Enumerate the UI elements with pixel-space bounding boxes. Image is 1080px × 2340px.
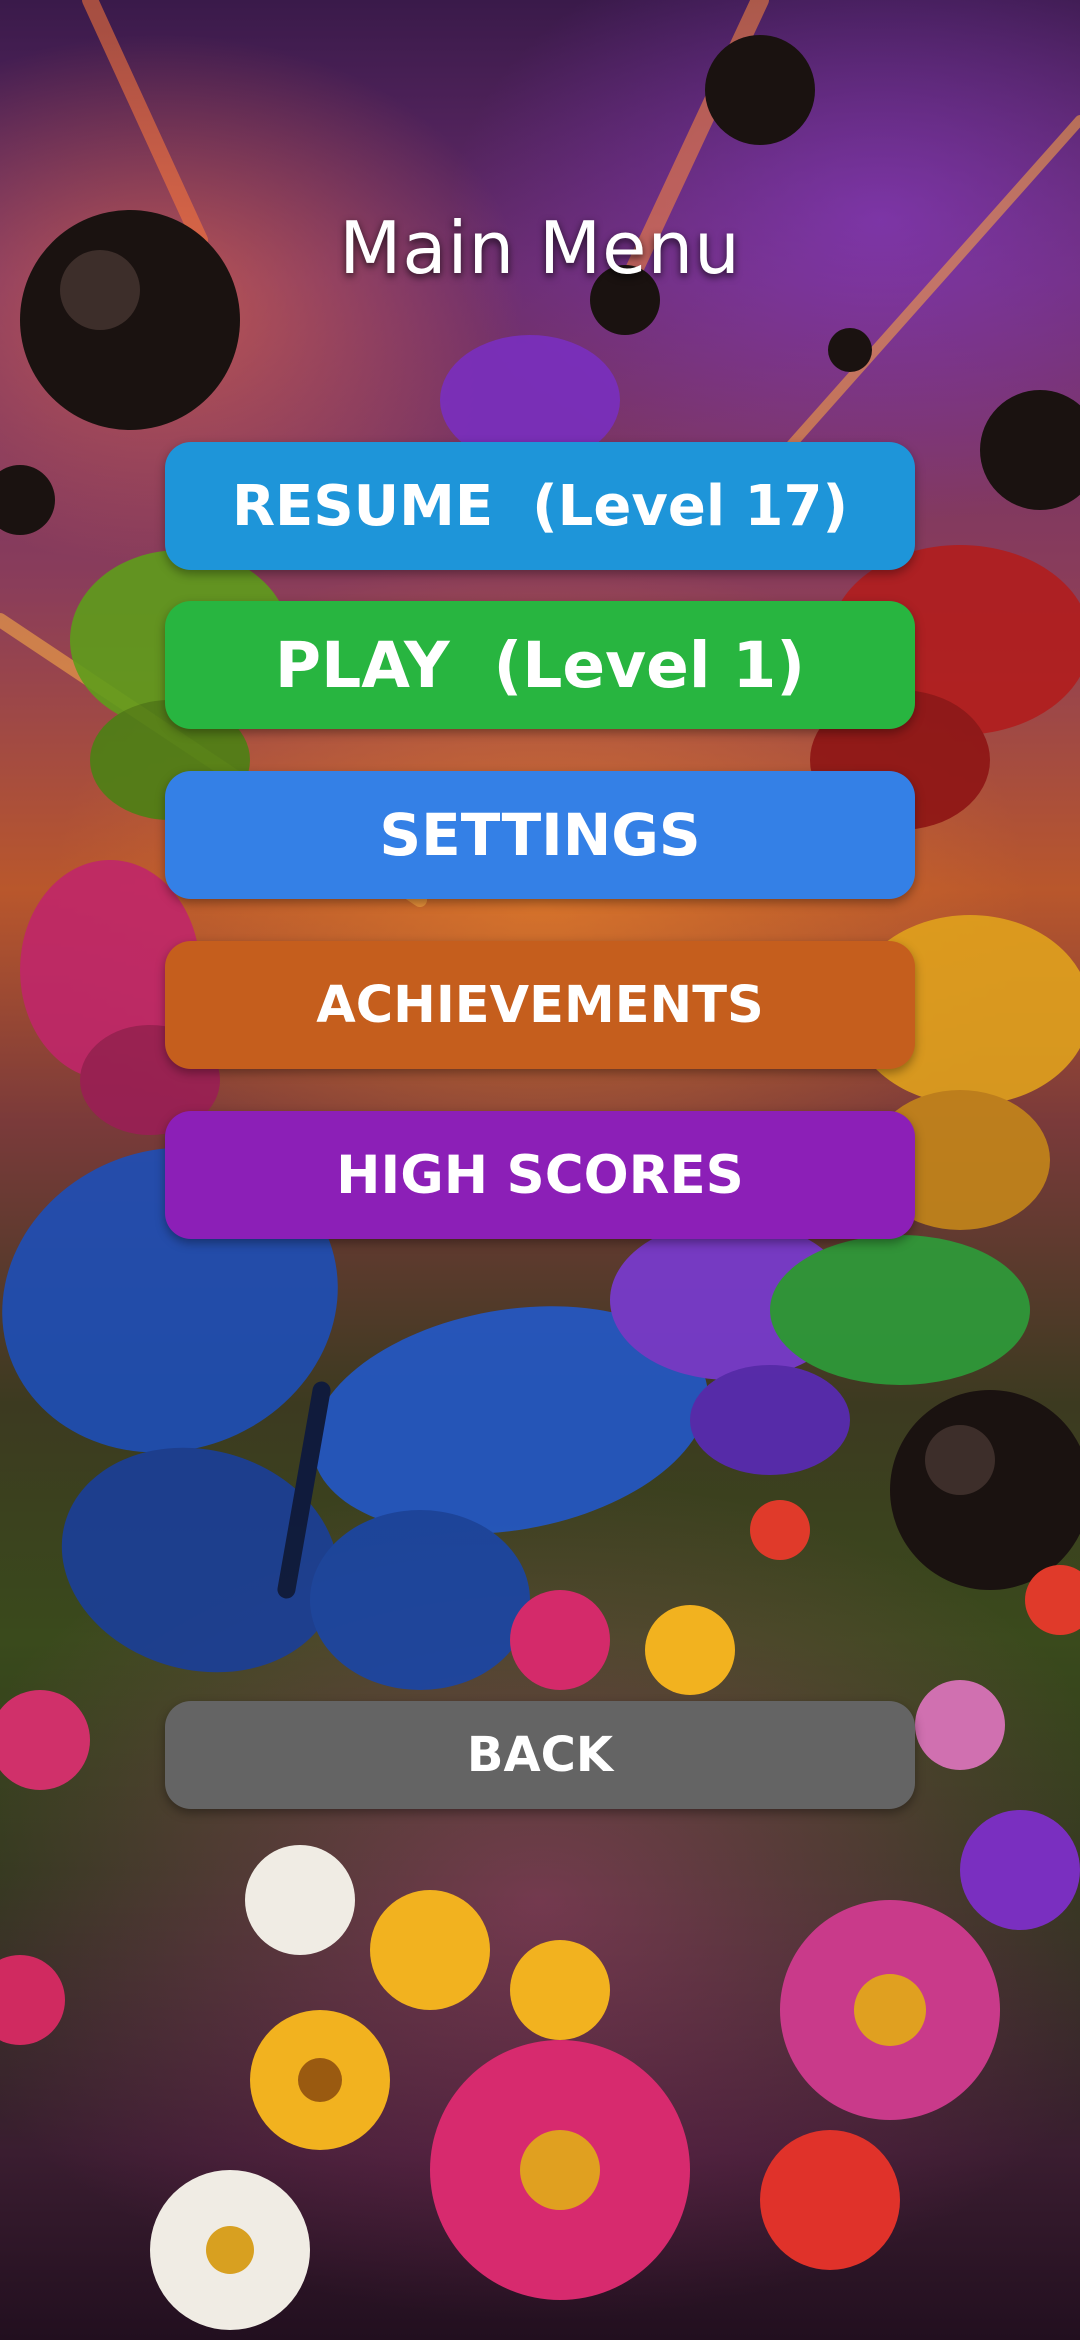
back-button[interactable]: BACK <box>165 1701 915 1809</box>
game-menu-screen: Main Menu RESUME (Level 17) PLAY (Level … <box>0 0 1080 2340</box>
page-title: Main Menu <box>339 206 741 290</box>
play-button[interactable]: PLAY (Level 1) <box>165 601 915 729</box>
high-scores-button[interactable]: HIGH SCORES <box>165 1111 915 1239</box>
achievements-button[interactable]: ACHIEVEMENTS <box>165 941 915 1069</box>
resume-button[interactable]: RESUME (Level 17) <box>165 442 915 570</box>
settings-button[interactable]: SETTINGS <box>165 771 915 899</box>
